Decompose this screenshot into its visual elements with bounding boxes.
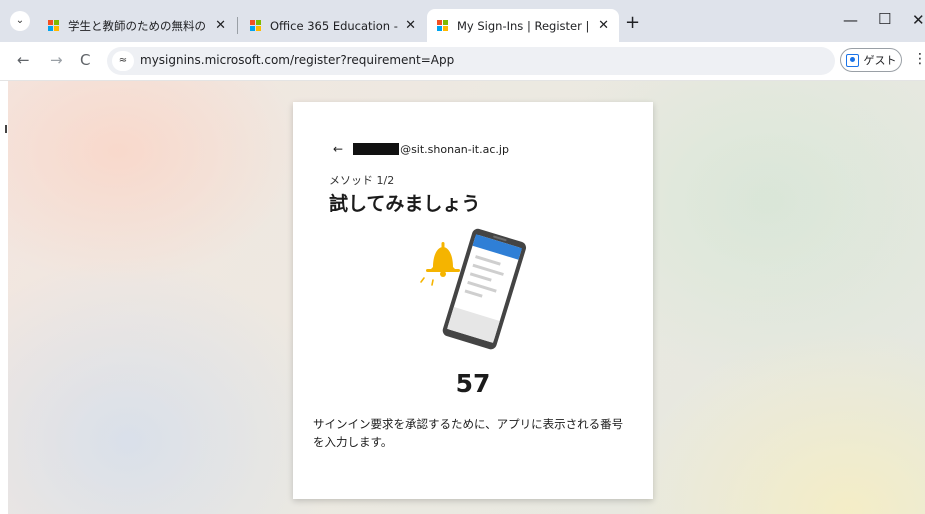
- instruction-text: サインイン要求を承認するために、アプリに表示される番号を入力します。: [313, 417, 624, 449]
- tab-title: 学生と教師のための無料の Office: [68, 18, 209, 33]
- tab-strip: ⌄ 学生と教師のための無料の Office ✕ Office 365 Educa…: [0, 0, 925, 42]
- tab-office-education[interactable]: Office 365 Education - サインアッ ✕: [240, 9, 426, 42]
- smartphone-icon: [442, 228, 527, 350]
- microsoft-logo-icon: [437, 19, 449, 32]
- browser-toolbar: ← → C ≈ mysignins.microsoft.com/register…: [0, 42, 925, 81]
- more-menu-icon[interactable]: ⋮: [913, 51, 925, 67]
- close-tab-icon[interactable]: ✕: [405, 18, 416, 33]
- method-step-label: メソッド 1/2: [329, 174, 395, 187]
- maximize-icon[interactable]: ☐: [878, 10, 891, 28]
- address-bar[interactable]: ≈ mysignins.microsoft.com/register?requi…: [107, 47, 835, 75]
- back-arrow-icon[interactable]: ←: [333, 142, 343, 156]
- tab-my-signins[interactable]: My Sign-Ins | Register | Microso ✕: [427, 9, 619, 42]
- forward-icon[interactable]: →: [50, 51, 63, 69]
- page-edge-mark: [5, 125, 7, 133]
- page-title: 試してみましょう: [329, 193, 481, 215]
- signin-card: ← @sit.shonan-it.ac.jp メソッド 1/2 試してみましょう…: [293, 102, 653, 499]
- page-left-edge: [0, 81, 8, 514]
- tab-separator: [237, 17, 238, 34]
- phone-notification-illustration: [420, 228, 527, 350]
- guest-avatar-icon: [845, 53, 859, 67]
- tab-title: Office 365 Education - サインアッ: [270, 18, 399, 33]
- close-tab-icon[interactable]: ✕: [215, 18, 226, 33]
- new-tab-plus-icon[interactable]: +: [625, 12, 640, 33]
- tab-search-dropdown-icon[interactable]: ⌄: [10, 11, 30, 31]
- bell-icon: [420, 242, 460, 286]
- redacted-username: [353, 143, 400, 155]
- site-info-icon[interactable]: ≈: [112, 51, 134, 71]
- tab-office-free[interactable]: 学生と教師のための無料の Office ✕: [38, 9, 236, 42]
- profile-button[interactable]: ゲスト: [840, 48, 902, 72]
- reload-icon[interactable]: C: [80, 51, 90, 69]
- close-window-icon[interactable]: ✕: [912, 11, 925, 29]
- account-row: ← @sit.shonan-it.ac.jp: [333, 142, 509, 156]
- url-text[interactable]: mysignins.microsoft.com/register?require…: [140, 53, 454, 67]
- minimize-icon[interactable]: —: [843, 11, 858, 29]
- tab-title: My Sign-Ins | Register | Microso: [457, 18, 592, 33]
- verification-number: 57: [455, 369, 491, 398]
- back-icon[interactable]: ←: [17, 51, 30, 69]
- microsoft-logo-icon: [48, 19, 60, 32]
- profile-label: ゲスト: [863, 54, 897, 67]
- email-domain: @sit.shonan-it.ac.jp: [400, 142, 509, 156]
- close-tab-icon[interactable]: ✕: [598, 18, 609, 33]
- microsoft-logo-icon: [250, 19, 262, 32]
